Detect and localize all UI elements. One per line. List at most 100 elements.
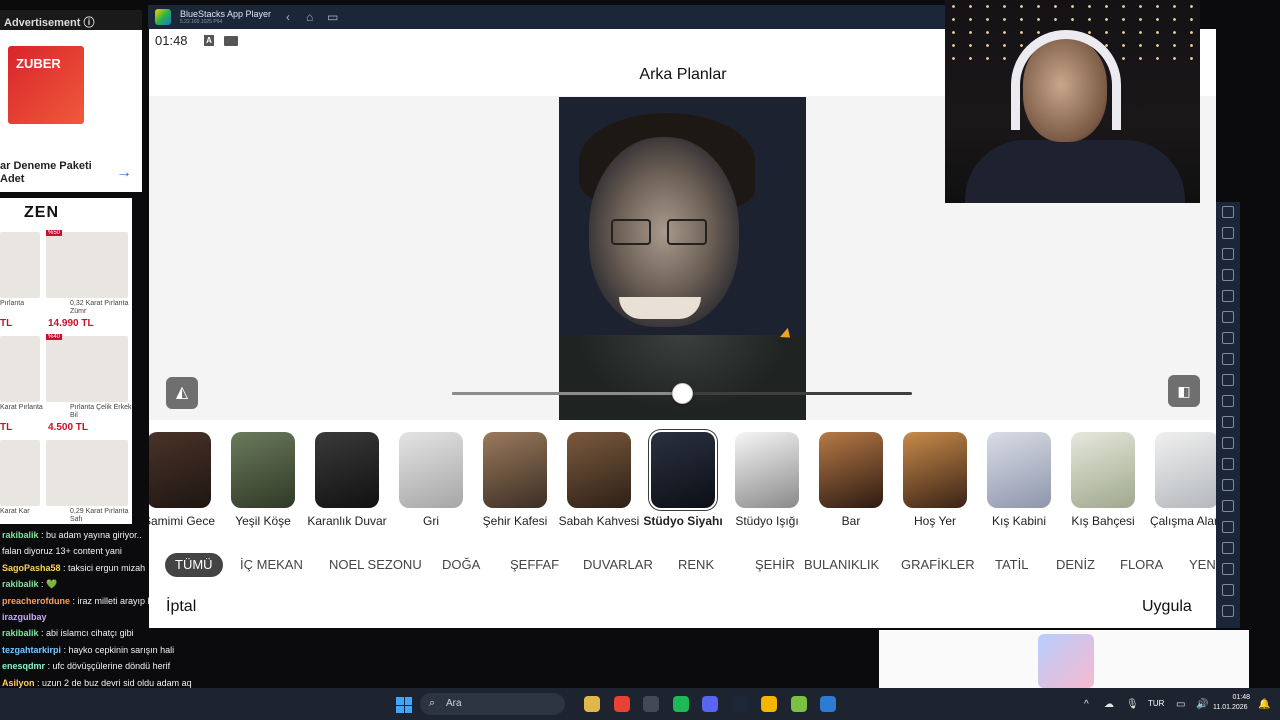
background-thumbnail[interactable] xyxy=(399,432,463,508)
sidebar-tool-icon[interactable] xyxy=(1222,311,1234,323)
recent-apps-icon[interactable]: ▭ xyxy=(327,10,338,24)
background-thumbnail[interactable] xyxy=(903,432,967,508)
sidebar-tool-icon[interactable] xyxy=(1222,563,1234,575)
obs-icon[interactable] xyxy=(643,696,659,712)
tab-8[interactable]: BULANIKLIK xyxy=(804,553,879,577)
apply-button[interactable]: Uygula xyxy=(1142,598,1192,616)
background-thumbnail[interactable] xyxy=(819,432,883,508)
sidebar-tool-icon[interactable] xyxy=(1222,521,1234,533)
chat-username[interactable]: enesqdmr xyxy=(2,661,45,671)
sidebar-tool-icon[interactable] xyxy=(1222,269,1234,281)
jewelry-image[interactable] xyxy=(0,440,40,506)
network-icon[interactable]: ▭ xyxy=(1176,699,1185,710)
sidebar-tool-icon[interactable] xyxy=(1222,206,1234,218)
background-option[interactable]: Stüdyo Siyahı xyxy=(641,430,725,528)
jewelry-title[interactable]: Karat Pırlanta xyxy=(0,404,66,412)
jewelry-title[interactable]: Pırlanta Çelik Erkek Bil xyxy=(70,404,136,420)
tab-2[interactable]: NOEL SEZONU xyxy=(329,553,422,577)
chat-username[interactable]: preacherofdune xyxy=(2,596,70,606)
explorer-icon[interactable] xyxy=(584,696,600,712)
clock-time[interactable]: 01:48 xyxy=(1228,694,1250,701)
chat-username[interactable]: rakibalik xyxy=(2,579,39,589)
chrome-2-icon[interactable] xyxy=(761,696,777,712)
notification-bell-icon[interactable]: 🔔 xyxy=(1258,699,1270,710)
taskbar-search[interactable] xyxy=(420,693,565,715)
tab-11[interactable]: DENİZ xyxy=(1056,553,1095,577)
background-option[interactable]: Yeşil Köşe xyxy=(221,432,305,528)
sidebar-tool-icon[interactable] xyxy=(1222,437,1234,449)
background-thumbnail[interactable] xyxy=(483,432,547,508)
chat-username[interactable]: rakibalik xyxy=(2,628,39,638)
sidebar-tool-icon[interactable] xyxy=(1222,332,1234,344)
background-option[interactable]: Stüdyo Işığı xyxy=(725,432,809,528)
background-thumbnail[interactable] xyxy=(1155,432,1216,508)
jewelry-image[interactable] xyxy=(46,440,128,506)
background-option[interactable]: Şehir Kafesi xyxy=(473,432,557,528)
volume-icon[interactable]: 🔊 xyxy=(1196,699,1208,710)
slider-thumb[interactable] xyxy=(672,383,693,404)
background-option[interactable]: Bar xyxy=(809,432,893,528)
tab-1[interactable]: İÇ MEKAN xyxy=(240,553,303,577)
chat-username[interactable]: tezgahtarkirpi xyxy=(2,645,61,655)
tab-0[interactable]: TÜMÜ xyxy=(165,553,223,577)
tab-6[interactable]: RENK xyxy=(678,553,714,577)
tab-13[interactable]: YENİ xyxy=(1189,553,1216,577)
sidebar-tool-icon[interactable] xyxy=(1222,227,1234,239)
back-arrow-icon[interactable]: ‹ xyxy=(286,10,290,24)
flip-icon[interactable]: ◭ xyxy=(166,377,198,409)
sidebar-tool-icon[interactable] xyxy=(1222,542,1234,554)
sidebar-tool-icon[interactable] xyxy=(1222,395,1234,407)
jewelry-image[interactable] xyxy=(0,232,40,298)
steam-icon[interactable] xyxy=(731,696,748,712)
sidebar-tool-icon[interactable] xyxy=(1222,500,1234,512)
chat-username[interactable]: rakibalik xyxy=(2,530,39,540)
jewelry-title[interactable]: 0,29 Karat Pırlanta Safı xyxy=(70,508,136,524)
background-option[interactable]: Karanlık Duvar xyxy=(305,432,389,528)
chevron-up-icon[interactable]: ^ xyxy=(1084,699,1089,710)
discord-icon[interactable] xyxy=(702,696,718,712)
chat-username[interactable]: SagoPasha58 xyxy=(2,563,61,573)
background-option[interactable]: Samimi Gece xyxy=(149,432,221,528)
jewelry-image[interactable] xyxy=(0,336,40,402)
chrome-icon[interactable] xyxy=(613,696,630,712)
sidebar-tool-icon[interactable] xyxy=(1222,584,1234,596)
tab-5[interactable]: DUVARLAR xyxy=(583,553,653,577)
bluestacks-icon[interactable] xyxy=(790,696,807,712)
ad-title[interactable]: ar Deneme Paketi Adet xyxy=(0,160,110,186)
spotify-icon[interactable] xyxy=(672,696,689,712)
sidebar-tool-icon[interactable] xyxy=(1222,353,1234,365)
tab-10[interactable]: TATİL xyxy=(995,553,1028,577)
jewelry-title[interactable]: 0,32 Karat Pırlanta Zümr xyxy=(70,300,136,316)
background-option[interactable]: Sabah Kahvesi xyxy=(557,432,641,528)
clock-date[interactable]: 11.01.2026 xyxy=(1213,704,1248,711)
background-option[interactable]: Hoş Yer xyxy=(893,432,977,528)
tab-4[interactable]: ŞEFFAF xyxy=(510,553,559,577)
background-thumbnail[interactable] xyxy=(1071,432,1135,508)
background-option[interactable]: Gri xyxy=(389,432,473,528)
tab-3[interactable]: DOĞA xyxy=(442,553,480,577)
app-icon[interactable] xyxy=(820,696,836,712)
sidebar-tool-icon[interactable] xyxy=(1222,374,1234,386)
sidebar-tool-icon[interactable] xyxy=(1222,290,1234,302)
windows-start-icon[interactable] xyxy=(396,697,412,713)
sidebar-tool-icon[interactable] xyxy=(1222,605,1234,617)
tab-7[interactable]: ŞEHİR xyxy=(755,553,795,577)
jewelry-image[interactable] xyxy=(46,232,128,298)
background-option[interactable]: Çalışma Alanı xyxy=(1145,432,1216,528)
sidebar-tool-icon[interactable] xyxy=(1222,416,1234,428)
background-option[interactable]: Kış Bahçesi xyxy=(1061,432,1145,528)
chat-username[interactable]: Asilyon xyxy=(2,678,35,688)
language-indicator[interactable]: TUR xyxy=(1148,699,1164,708)
background-option[interactable]: Kış Kabini xyxy=(977,432,1061,528)
arrow-right-icon[interactable]: → xyxy=(116,164,132,182)
background-thumbnail[interactable] xyxy=(231,432,295,508)
chat-username[interactable]: irazgulbay xyxy=(2,612,47,622)
background-thumbnail[interactable] xyxy=(149,432,211,508)
home-icon[interactable]: ⌂ xyxy=(306,10,313,24)
background-thumbnail[interactable] xyxy=(987,432,1051,508)
tab-12[interactable]: FLORA xyxy=(1120,553,1163,577)
sidebar-tool-icon[interactable] xyxy=(1222,479,1234,491)
cancel-button[interactable]: İptal xyxy=(166,598,196,616)
ad-product-image[interactable]: ZUBER xyxy=(8,46,84,124)
jewelry-title[interactable]: Karat Kar xyxy=(0,508,66,516)
